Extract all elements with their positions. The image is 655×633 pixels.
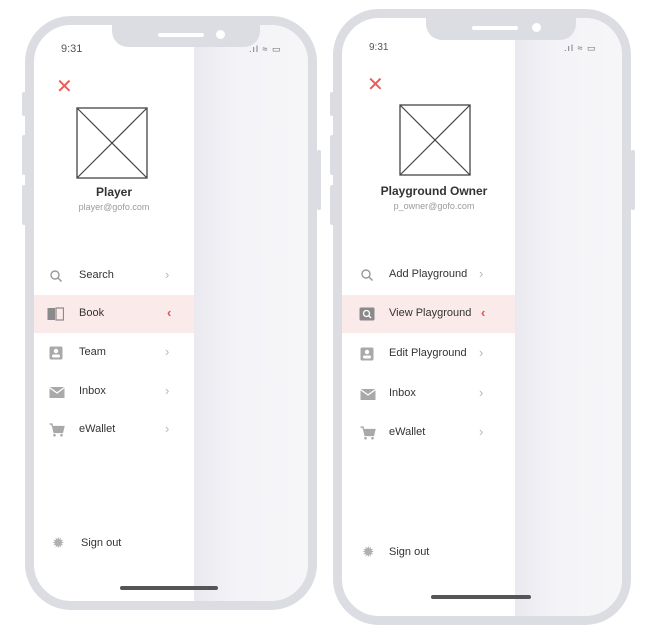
close-icon[interactable]: ✕ — [367, 75, 384, 95]
status-icons: .ıl ≈ ▭ — [249, 44, 282, 54]
status-time: 9:31 — [61, 43, 83, 55]
menu-label: Edit Playground — [389, 347, 467, 359]
menu-item-view-playground[interactable]: View Playground ‹ — [342, 295, 515, 333]
menu-item-ewallet[interactable]: eWallet › — [342, 414, 515, 452]
signout-label: Sign out — [81, 537, 122, 549]
signout-label: Sign out — [389, 546, 430, 558]
search-icon — [361, 269, 374, 282]
phone-button-power — [317, 150, 321, 210]
book-icon — [47, 307, 64, 321]
menu-item-ewallet[interactable]: eWallet › — [34, 411, 194, 449]
inbox-icon — [49, 386, 65, 398]
cart-icon — [360, 426, 376, 440]
menu-label: Team — [79, 346, 106, 358]
chevron-right-icon: › — [479, 266, 484, 281]
menu-item-add-playground[interactable]: Add Playground › — [342, 256, 515, 294]
avatar-placeholder — [399, 104, 471, 176]
profile-email: p_owner@gofo.com — [393, 201, 475, 211]
team-icon — [49, 346, 63, 360]
home-indicator — [120, 586, 218, 590]
phone-playground-owner: 9:31 .ıl ≈ ▭ ✕ Playground Owner p_owner@… — [333, 9, 631, 625]
chevron-right-icon: › — [165, 383, 170, 398]
phone-notch — [426, 18, 576, 40]
menu-item-edit-playground[interactable]: Edit Playground › — [342, 335, 515, 373]
profile-name: Player — [95, 185, 133, 199]
menu-label: eWallet — [79, 423, 116, 435]
profile-name: Playground Owner — [380, 184, 488, 198]
gear-icon: ✹ — [52, 535, 65, 552]
menu-label: eWallet — [389, 426, 426, 438]
chevron-right-icon: › — [479, 424, 484, 439]
status-time: 9:31 — [369, 42, 389, 53]
chevron-right-icon: › — [165, 344, 170, 359]
view-icon — [359, 307, 375, 321]
chevron-right-icon: › — [479, 385, 484, 400]
phone-button-power — [631, 150, 635, 210]
phone-player: 9:31 .ıl ≈ ▭ ✕ Player player@gofo.com Se… — [25, 16, 317, 610]
chevron-right-icon: › — [165, 267, 170, 282]
signout-button[interactable]: ✹ Sign out — [34, 525, 194, 563]
chevron-right-icon: › — [479, 345, 484, 360]
menu-label: Search — [79, 269, 114, 281]
phone-notch — [112, 25, 260, 47]
inbox-icon — [360, 388, 376, 400]
drawer-shadow — [515, 18, 622, 616]
chevron-right-icon: › — [165, 421, 170, 436]
menu-item-inbox[interactable]: Inbox › — [34, 373, 194, 411]
menu-item-search[interactable]: Search › — [34, 257, 194, 295]
menu-item-inbox[interactable]: Inbox › — [342, 375, 515, 413]
avatar-placeholder — [76, 107, 148, 179]
close-icon[interactable]: ✕ — [56, 77, 73, 97]
menu-label: View Playground — [389, 307, 472, 319]
chevron-left-icon: ‹ — [167, 305, 172, 320]
cart-icon — [49, 423, 65, 437]
profile-email: player@gofo.com — [78, 202, 150, 212]
menu-item-team[interactable]: Team › — [34, 334, 194, 372]
gear-icon: ✹ — [362, 544, 375, 561]
menu-label: Inbox — [79, 385, 106, 397]
drawer-shadow — [194, 25, 308, 601]
status-icons: .ıl ≈ ▭ — [564, 43, 597, 53]
menu-label: Inbox — [389, 387, 416, 399]
search-icon — [50, 270, 63, 283]
chevron-left-icon: ‹ — [481, 305, 486, 320]
signout-button[interactable]: ✹ Sign out — [342, 534, 515, 572]
menu-label: Add Playground — [389, 268, 468, 280]
menu-label: Book — [79, 307, 105, 319]
menu-item-book[interactable]: Book ‹ — [34, 295, 194, 333]
home-indicator — [431, 595, 531, 599]
edit-icon — [360, 347, 374, 361]
